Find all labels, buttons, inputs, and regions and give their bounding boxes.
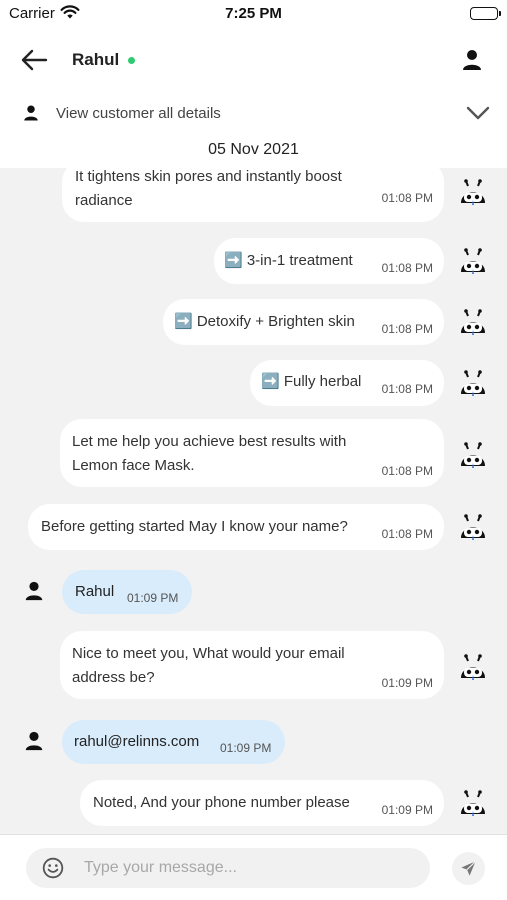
date-separator: 05 Nov 2021 (208, 141, 299, 158)
status-bar: Carrier 7:25 PM (0, 0, 507, 28)
bot-message: Noted, And your phone number please 01:0… (80, 780, 444, 826)
bot-message: Before getting started May I know your n… (28, 504, 444, 550)
message-input[interactable] (84, 853, 414, 883)
online-status-dot (128, 57, 135, 64)
bot-message: Let me help you achieve best results wit… (60, 419, 444, 487)
message-text: It tightens skin pores and instantly boo… (75, 168, 342, 209)
composer-bar (0, 834, 507, 900)
message-text: Noted, And your phone number please (93, 794, 350, 811)
bot-avatar-icon (458, 247, 488, 277)
message-time: 01:09 PM (381, 803, 433, 817)
user-profile-icon[interactable] (460, 48, 484, 72)
message-time: 01:08 PM (381, 322, 433, 336)
message-time: 01:09 PM (220, 741, 272, 755)
message-text: Let me help you achieve best results wit… (72, 433, 347, 474)
bot-avatar-icon (458, 653, 488, 683)
bot-avatar-icon (458, 789, 488, 819)
bot-message: ➡️ Fully herbal 01:08 PM (250, 360, 444, 406)
user-avatar-icon (23, 580, 45, 602)
message-text: Rahul (75, 583, 115, 600)
message-text: Nice to meet you, What would your email … (72, 645, 345, 686)
chevron-down-icon[interactable] (466, 103, 490, 123)
bot-message: ➡️ 3-in-1 treatment 01:08 PM (214, 238, 444, 284)
message-text: ➡️ 3-in-1 treatment (224, 252, 353, 269)
user-message: rahul@relinns.com 01:09 PM (62, 720, 285, 764)
bot-message: ➡️ Detoxify + Brighten skin 01:08 PM (163, 299, 444, 345)
message-list: It tightens skin pores and instantly boo… (0, 168, 507, 834)
details-label: View customer all details (56, 105, 221, 122)
send-button[interactable] (452, 852, 485, 885)
message-time: 01:08 PM (381, 261, 433, 275)
bot-avatar-icon (458, 369, 488, 399)
bot-avatar-icon (458, 178, 488, 208)
user-avatar-icon (23, 730, 45, 752)
message-time: 01:08 PM (381, 464, 433, 478)
bot-avatar-icon (458, 513, 488, 543)
battery-icon (470, 7, 501, 20)
message-text: rahul@relinns.com (74, 733, 200, 750)
user-icon (22, 104, 40, 122)
chat-header: Rahul (0, 36, 507, 86)
message-time: 01:08 PM (381, 191, 433, 205)
user-message: Rahul 01:09 PM (62, 570, 192, 614)
bot-message: It tightens skin pores and instantly boo… (62, 168, 444, 222)
clock: 7:25 PM (225, 5, 282, 22)
bot-avatar-icon (458, 308, 488, 338)
message-input-container (26, 848, 430, 888)
bot-avatar-icon (458, 441, 488, 471)
message-time: 01:08 PM (381, 382, 433, 396)
message-text: ➡️ Detoxify + Brighten skin (174, 313, 355, 330)
message-text: Before getting started May I know your n… (41, 518, 348, 535)
message-time: 01:08 PM (381, 527, 433, 541)
bot-message: Nice to meet you, What would your email … (60, 631, 444, 699)
emoji-icon[interactable] (42, 857, 64, 879)
view-customer-details[interactable]: View customer all details (0, 96, 507, 132)
message-text: ➡️ Fully herbal (261, 373, 362, 390)
message-time: 01:09 PM (381, 676, 433, 690)
contact-name: Rahul (72, 50, 120, 69)
send-icon (461, 861, 476, 876)
back-arrow-icon[interactable] (18, 46, 50, 74)
message-time: 01:09 PM (127, 591, 179, 605)
